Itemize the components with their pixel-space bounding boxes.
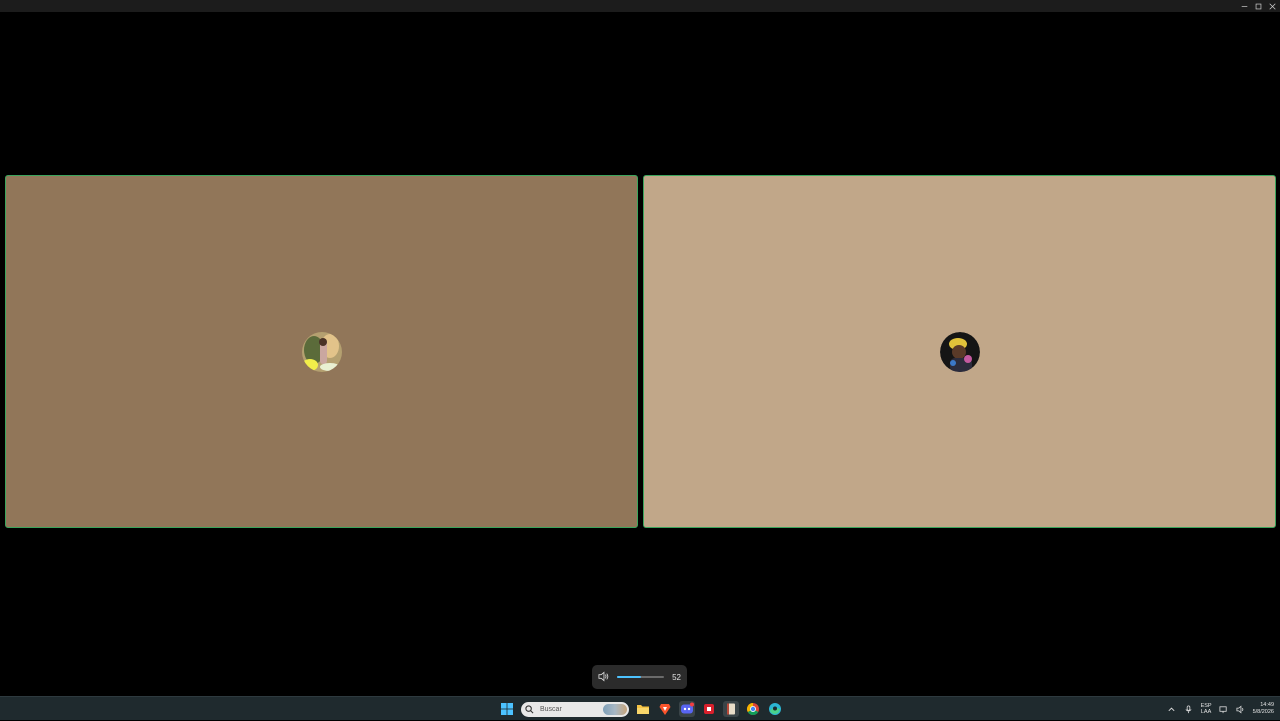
user-avatar-1[interactable] (301, 331, 342, 372)
edge-icon[interactable] (767, 701, 783, 717)
search-highlight-image (603, 703, 627, 715)
participant-tile-2[interactable] (643, 175, 1276, 528)
minimize-icon[interactable] (1240, 2, 1248, 10)
call-stage (0, 12, 1280, 696)
chevron-up-icon[interactable] (1167, 704, 1177, 714)
volume-slider-fill (617, 676, 642, 678)
chrome-icon[interactable] (745, 701, 761, 717)
microphone-icon[interactable] (1184, 704, 1194, 714)
participant-tile-1[interactable] (5, 175, 638, 528)
user-avatar-2[interactable] (939, 331, 980, 372)
keyboard-layout: LAA (1200, 709, 1212, 715)
file-explorer-icon[interactable] (635, 701, 651, 717)
taskbar: Buscar ESP LAA 14:49 5/8/2026 (0, 696, 1280, 720)
volume-value: 52 (672, 672, 681, 682)
clock-date: 5/8/2026 (1252, 709, 1274, 715)
search-icon (525, 704, 534, 713)
clock-time: 14:49 (1260, 702, 1274, 708)
volume-icon[interactable] (1236, 704, 1246, 714)
window-controls (1240, 0, 1276, 12)
volume-flyout: 52 (592, 665, 687, 689)
input-language[interactable]: ESP LAA (1201, 703, 1212, 715)
clock[interactable]: 14:49 5/8/2026 (1253, 702, 1274, 716)
brave-browser-icon[interactable] (657, 701, 673, 717)
speaker-icon[interactable] (598, 671, 609, 683)
maximize-icon[interactable] (1254, 2, 1262, 10)
book-app-icon[interactable] (723, 701, 739, 717)
search-placeholder: Buscar (540, 705, 562, 713)
taskbar-apps: Buscar (499, 697, 783, 721)
discord-icon[interactable] (679, 701, 695, 717)
red-app-icon[interactable] (701, 701, 717, 717)
system-tray: ESP LAA 14:49 5/8/2026 (1167, 697, 1274, 721)
start-icon[interactable] (499, 701, 515, 717)
taskbar-search[interactable]: Buscar (521, 701, 629, 717)
volume-slider[interactable] (617, 676, 665, 678)
network-icon[interactable] (1219, 704, 1229, 714)
window-titlebar (0, 0, 1280, 12)
close-icon[interactable] (1268, 2, 1276, 10)
